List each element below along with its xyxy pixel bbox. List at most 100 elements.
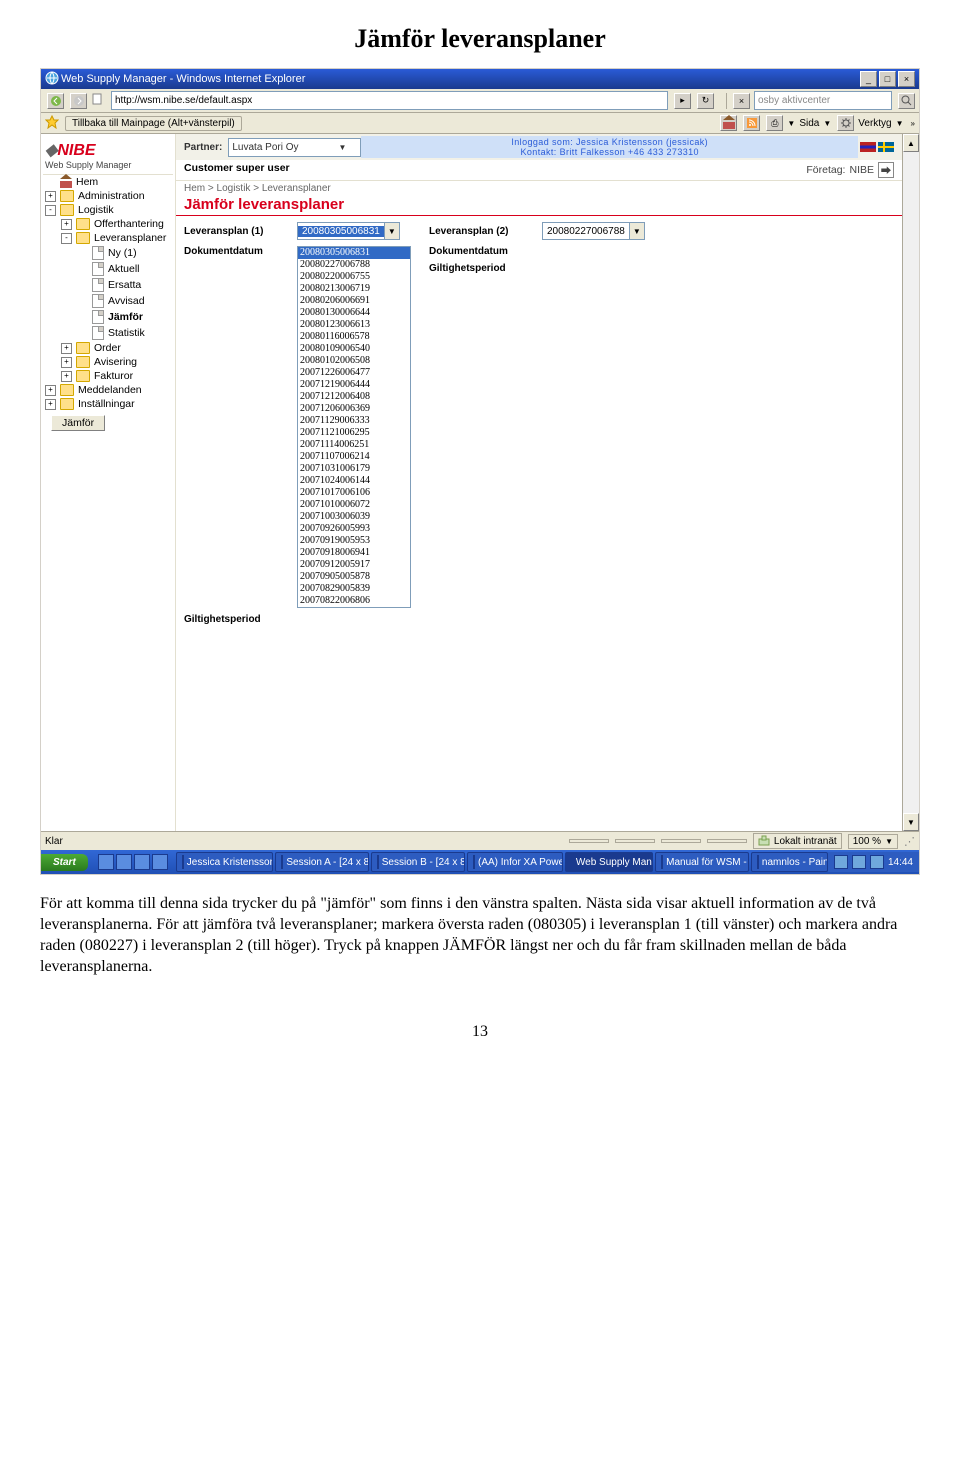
ql-outlook-icon[interactable]: [134, 854, 150, 870]
collapse-icon[interactable]: -: [61, 233, 72, 244]
nav-item-hem[interactable]: Hem: [43, 175, 173, 189]
back-mainpage-link[interactable]: Tillbaka till Mainpage (Alt+vänsterpil): [65, 116, 242, 131]
option-row[interactable]: 20070822006806: [298, 595, 410, 607]
collapse-icon[interactable]: -: [45, 205, 56, 216]
refresh-button[interactable]: ↻: [697, 93, 714, 109]
plan2-select[interactable]: 20080227006788 ▼: [542, 222, 645, 240]
flag-en-icon[interactable]: [860, 142, 876, 152]
option-row[interactable]: 20070829005839: [298, 583, 410, 595]
nav-item-administration[interactable]: +Administration: [43, 189, 173, 203]
tray-icon[interactable]: [870, 855, 884, 869]
option-row[interactable]: 20080116006578: [298, 331, 410, 343]
plan1-select[interactable]: 20080305006831 ▼: [297, 222, 400, 240]
option-row[interactable]: 20070905005878: [298, 571, 410, 583]
vertical-scrollbar[interactable]: ▲ ▼: [902, 134, 919, 831]
option-row[interactable]: 20080213006719: [298, 283, 410, 295]
feed-button[interactable]: [743, 115, 760, 131]
task-button[interactable]: Session A - [24 x 80]: [275, 852, 368, 872]
option-row[interactable]: 20080123006613: [298, 319, 410, 331]
expand-icon[interactable]: +: [61, 357, 72, 368]
option-row[interactable]: 20070912005917: [298, 559, 410, 571]
option-row[interactable]: 20070919005953: [298, 535, 410, 547]
nav-item-inst-llningar[interactable]: +Inställningar: [43, 397, 173, 411]
zoom-indicator[interactable]: 100 % ▼: [848, 834, 898, 849]
nav-item-fakturor[interactable]: +Fakturor: [43, 369, 173, 383]
nav-item-ersatta[interactable]: Ersatta: [43, 277, 173, 293]
page-menu[interactable]: Sida: [799, 118, 819, 129]
nav-item-aktuell[interactable]: Aktuell: [43, 261, 173, 277]
option-row[interactable]: 20071010006072: [298, 499, 410, 511]
option-row[interactable]: 20071017006106: [298, 487, 410, 499]
tray-icon[interactable]: [834, 855, 848, 869]
option-row[interactable]: 20080220006755: [298, 271, 410, 283]
search-button[interactable]: [898, 93, 915, 109]
option-row[interactable]: 20070926005993: [298, 523, 410, 535]
nav-item-order[interactable]: +Order: [43, 341, 173, 355]
expand-icon[interactable]: +: [45, 399, 56, 410]
nav-item-offerthantering[interactable]: +Offerthantering: [43, 217, 173, 231]
option-row[interactable]: 20071003006039: [298, 511, 410, 523]
ql-ie-icon[interactable]: [98, 854, 114, 870]
nav-item-logistik[interactable]: -Logistik: [43, 203, 173, 217]
option-row[interactable]: 20080130006644: [298, 307, 410, 319]
tools-icon[interactable]: [837, 115, 854, 131]
nav-item-avvisad[interactable]: Avvisad: [43, 293, 173, 309]
ql-word-icon[interactable]: [152, 854, 168, 870]
task-button[interactable]: (AA) Infor XA Powe...: [467, 852, 563, 872]
expand-icon[interactable]: +: [45, 385, 56, 396]
option-row[interactable]: 20071206006369: [298, 403, 410, 415]
back-button[interactable]: [47, 93, 64, 109]
option-row[interactable]: 20071212006408: [298, 391, 410, 403]
forward-button[interactable]: [70, 93, 87, 109]
task-button[interactable]: Jessica Kristensson...: [176, 852, 274, 872]
compare-button[interactable]: Jämför: [51, 415, 105, 431]
option-row[interactable]: 20071121006295: [298, 427, 410, 439]
plan1-listbox[interactable]: 2008030500683120080227006788200802200067…: [297, 246, 411, 608]
company-icon[interactable]: ⮕: [878, 162, 894, 178]
option-row[interactable]: 20071129006333: [298, 415, 410, 427]
tools-menu[interactable]: Verktyg: [858, 118, 891, 129]
favorites-icon[interactable]: [45, 115, 61, 131]
scroll-track[interactable]: [903, 152, 919, 813]
option-row[interactable]: 20071114006251: [298, 439, 410, 451]
url-field[interactable]: http://wsm.nibe.se/default.aspx: [111, 91, 668, 110]
flag-sv-icon[interactable]: [878, 142, 894, 152]
task-button[interactable]: Web Supply Man...: [565, 852, 653, 872]
expand-icon[interactable]: +: [61, 343, 72, 354]
task-button[interactable]: namnlos - Paint: [751, 852, 828, 872]
option-row[interactable]: 20070918006941: [298, 547, 410, 559]
option-row[interactable]: 20080102006508: [298, 355, 410, 367]
option-row[interactable]: 20080227006788: [298, 259, 410, 271]
nav-item-leveransplaner[interactable]: -Leveransplaner: [43, 231, 173, 245]
close-button[interactable]: ×: [898, 71, 915, 87]
option-row[interactable]: 20071031006179: [298, 463, 410, 475]
nav-item-j-mf-r[interactable]: Jämför: [43, 309, 173, 325]
expand-chevron[interactable]: »: [908, 119, 915, 128]
chevron-down-icon[interactable]: ▼: [896, 119, 904, 128]
nav-item-meddelanden[interactable]: +Meddelanden: [43, 383, 173, 397]
option-row[interactable]: 20080109006540: [298, 343, 410, 355]
task-button[interactable]: Session B - [24 x 80]: [371, 852, 465, 872]
option-row[interactable]: 20071226006477: [298, 367, 410, 379]
nav-item-statistik[interactable]: Statistik: [43, 325, 173, 341]
nav-item-avisering[interactable]: +Avisering: [43, 355, 173, 369]
go-button[interactable]: ▸: [674, 93, 691, 109]
expand-icon[interactable]: +: [61, 219, 72, 230]
chevron-down-icon[interactable]: ▼: [787, 119, 795, 128]
resize-grip-icon[interactable]: ⋰: [904, 835, 915, 848]
partner-select[interactable]: Luvata Pori Oy ▼: [228, 138, 361, 157]
option-row[interactable]: 20071219006444: [298, 379, 410, 391]
tray-icon[interactable]: [852, 855, 866, 869]
expand-icon[interactable]: +: [45, 191, 56, 202]
start-button[interactable]: Start: [41, 854, 88, 871]
ql-desktop-icon[interactable]: [116, 854, 132, 870]
option-row[interactable]: 20080206006691: [298, 295, 410, 307]
chevron-down-icon[interactable]: ▼: [823, 119, 831, 128]
nav-item-ny-1-[interactable]: Ny (1): [43, 245, 173, 261]
expand-icon[interactable]: +: [61, 371, 72, 382]
minimize-button[interactable]: _: [860, 71, 877, 87]
task-button[interactable]: Manual för WSM - ...: [655, 852, 749, 872]
stop-button[interactable]: ×: [733, 93, 750, 109]
maximize-button[interactable]: □: [879, 71, 896, 87]
print-ie-button[interactable]: ⎙: [766, 115, 783, 131]
